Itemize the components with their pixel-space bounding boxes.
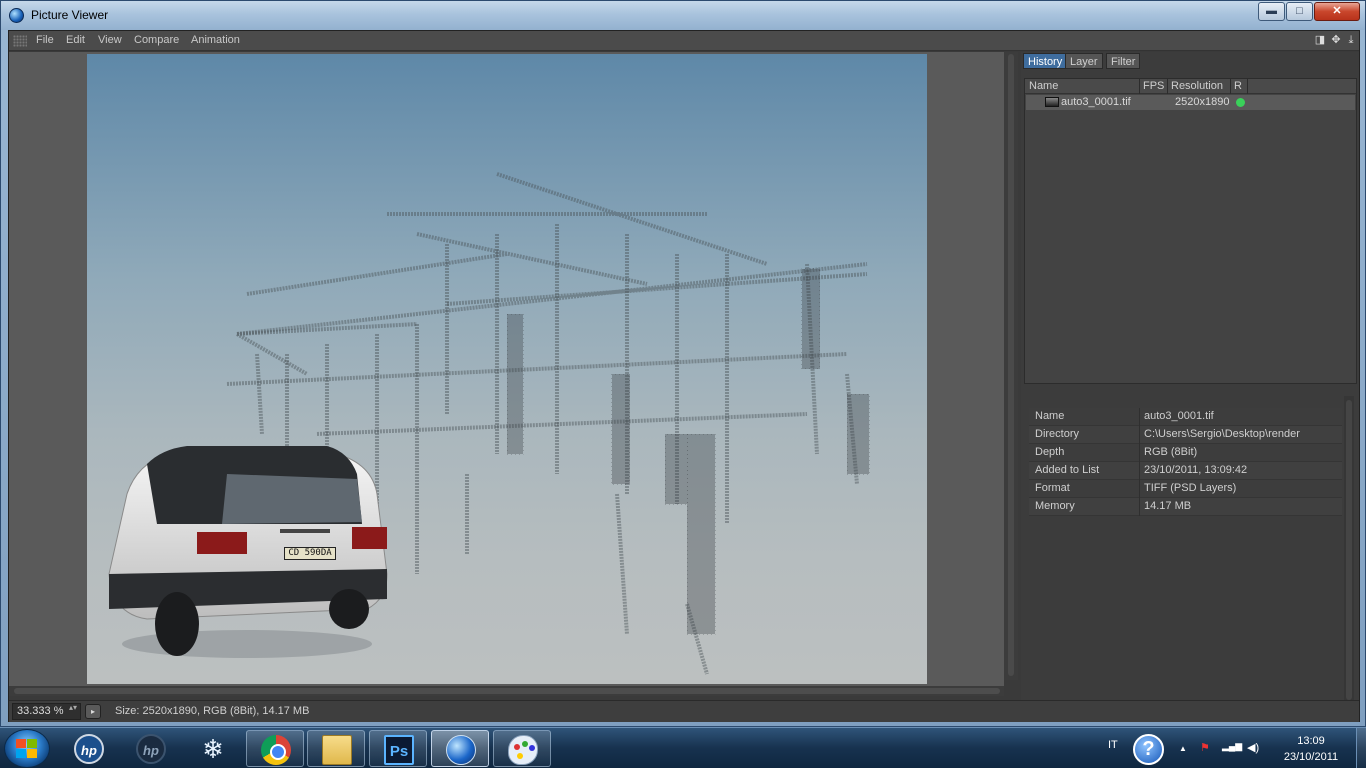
history-row-name: auto3_0001.tif [1061, 96, 1131, 108]
start-button[interactable] [4, 729, 50, 768]
menu-compare[interactable]: Compare [134, 34, 179, 46]
minimize-button[interactable]: ▬ [1258, 2, 1285, 21]
menu-bar: File Edit View Compare Animation ◨ ✥ ⤓ [9, 31, 1359, 51]
info-key: Name [1035, 410, 1065, 422]
rendered-image[interactable]: CD 590DA [87, 54, 927, 684]
info-value: C:\Users\Sergio\Desktop\render [1144, 428, 1300, 440]
info-key: Directory [1035, 428, 1080, 440]
photoshop-icon: Ps [384, 735, 414, 765]
render-scene [108, 172, 870, 675]
tab-layer[interactable]: Layer [1065, 53, 1103, 69]
status-dot-icon [1236, 98, 1245, 107]
action-center-flag-icon[interactable]: ⚑ [1200, 741, 1210, 754]
column-r[interactable]: R [1234, 80, 1242, 92]
explorer-folder-icon [322, 735, 352, 765]
taskbar-chrome-button[interactable] [246, 730, 304, 767]
viewport-vertical-scrollbar[interactable] [1004, 52, 1018, 680]
info-row: Depth RGB (8Bit) [1029, 444, 1342, 462]
clock-date: 23/10/2011 [1283, 751, 1339, 763]
close-button[interactable]: ✕ [1314, 2, 1360, 21]
menu-animation[interactable]: Animation [191, 34, 240, 46]
picture-viewer-window: Picture Viewer ▬ □ ✕ File Edit View Comp… [0, 0, 1366, 727]
menu-view[interactable]: View [98, 34, 122, 46]
image-info-table: Name auto3_0001.tif Directory C:\Users\S… [1029, 408, 1342, 516]
info-key: Memory [1035, 500, 1075, 512]
info-row: Directory C:\Users\Sergio\Desktop\render [1029, 426, 1342, 444]
column-fps[interactable]: FPS [1143, 80, 1164, 92]
client-area: File Edit View Compare Animation ◨ ✥ ⤓ C… [8, 30, 1360, 722]
grip-icon[interactable] [13, 35, 27, 47]
hp-dark-icon: hp [136, 734, 166, 764]
taskbar-hp-button[interactable]: hp [60, 730, 118, 767]
info-value: auto3_0001.tif [1144, 410, 1214, 422]
clock[interactable]: 13:09 23/10/2011 [1272, 733, 1350, 765]
history-list: Name FPS Resolution R auto3_0001.tif 252… [1024, 78, 1357, 384]
paint-icon [508, 735, 538, 765]
column-name[interactable]: Name [1029, 80, 1058, 92]
chrome-icon [261, 735, 291, 765]
info-vertical-scrollbar[interactable] [1344, 396, 1354, 708]
cinema4d-icon [446, 735, 476, 765]
zoom-field[interactable]: 33.333 % ▴▾ [12, 703, 81, 720]
hp-icon: hp [74, 734, 104, 764]
info-value: 23/10/2011, 13:09:42 [1144, 464, 1248, 476]
menu-edit[interactable]: Edit [66, 34, 85, 46]
taskbar: hp hp ❄ Ps IT ? ▲ ⚑ ▂▄▆ ◀) 13:09 23/10/2… [0, 727, 1366, 768]
menu-file[interactable]: File [36, 34, 54, 46]
taskbar-snowflake-button[interactable]: ❄ [184, 730, 242, 767]
window-title: Picture Viewer [31, 8, 109, 22]
info-key: Depth [1035, 446, 1065, 458]
volume-icon[interactable]: ◀) [1247, 741, 1259, 754]
cinema4d-app-icon [9, 8, 24, 23]
side-panel: History Layer Filter Name FPS Resolution… [1021, 52, 1359, 712]
history-row-resolution: 2520x1890 [1175, 96, 1230, 108]
help-icon[interactable]: ? [1133, 734, 1164, 765]
history-row[interactable]: auto3_0001.tif 2520x1890 [1026, 95, 1355, 110]
tab-filter[interactable]: Filter [1106, 53, 1141, 69]
image-viewport[interactable]: CD 590DA [9, 52, 1004, 686]
panel-toggle-icon[interactable]: ◨ [1314, 34, 1326, 47]
show-hidden-icons-icon[interactable]: ▲ [1179, 744, 1187, 753]
info-key: Added to List [1035, 464, 1100, 476]
maximize-button[interactable]: □ [1286, 2, 1313, 21]
license-plate: CD 590DA [284, 547, 336, 560]
info-value: 14.17 MB [1144, 500, 1192, 512]
status-bar: 33.333 % ▴▾ ▸ Size: 2520x1890, RGB (8Bit… [9, 700, 1359, 722]
info-row: Format TIFF (PSD Layers) [1029, 480, 1342, 498]
suv-car [108, 446, 388, 658]
title-bar[interactable]: Picture Viewer ▬ □ ✕ [1, 1, 1365, 30]
history-header: Name FPS Resolution R [1025, 79, 1356, 94]
windows-logo-icon [16, 739, 38, 759]
info-key: Format [1035, 482, 1070, 494]
zoom-value: 33.333 % [17, 705, 64, 717]
move-icon[interactable]: ✥ [1330, 34, 1342, 47]
snowflake-icon: ❄ [202, 734, 224, 764]
zoom-spinner-icon[interactable]: ▴▾ [69, 704, 77, 712]
play-button[interactable]: ▸ [85, 704, 101, 719]
tab-history[interactable]: History [1023, 53, 1068, 69]
network-signal-icon[interactable]: ▂▄▆ [1222, 741, 1242, 752]
taskbar-paint-button[interactable] [493, 730, 551, 767]
image-thumbnail-icon [1045, 97, 1059, 107]
taskbar-hp-dark-button[interactable]: hp [122, 730, 180, 767]
fit-icon[interactable]: ⤓ [1345, 34, 1357, 47]
status-text: Size: 2520x1890, RGB (8Bit), 14.17 MB [115, 705, 310, 717]
viewport-horizontal-scrollbar[interactable] [9, 686, 1004, 696]
column-resolution[interactable]: Resolution [1171, 80, 1223, 92]
taskbar-photoshop-button[interactable]: Ps [369, 730, 427, 767]
taskbar-cinema4d-button[interactable] [431, 730, 489, 767]
info-row: Memory 14.17 MB [1029, 498, 1342, 516]
show-desktop-button[interactable] [1356, 728, 1366, 768]
info-value: RGB (8Bit) [1144, 446, 1198, 458]
info-row: Added to List 23/10/2011, 13:09:42 [1029, 462, 1342, 480]
info-value: TIFF (PSD Layers) [1144, 482, 1237, 494]
clock-time: 13:09 [1297, 735, 1325, 747]
language-indicator[interactable]: IT [1108, 739, 1118, 751]
info-row: Name auto3_0001.tif [1029, 408, 1342, 426]
taskbar-explorer-button[interactable] [307, 730, 365, 767]
